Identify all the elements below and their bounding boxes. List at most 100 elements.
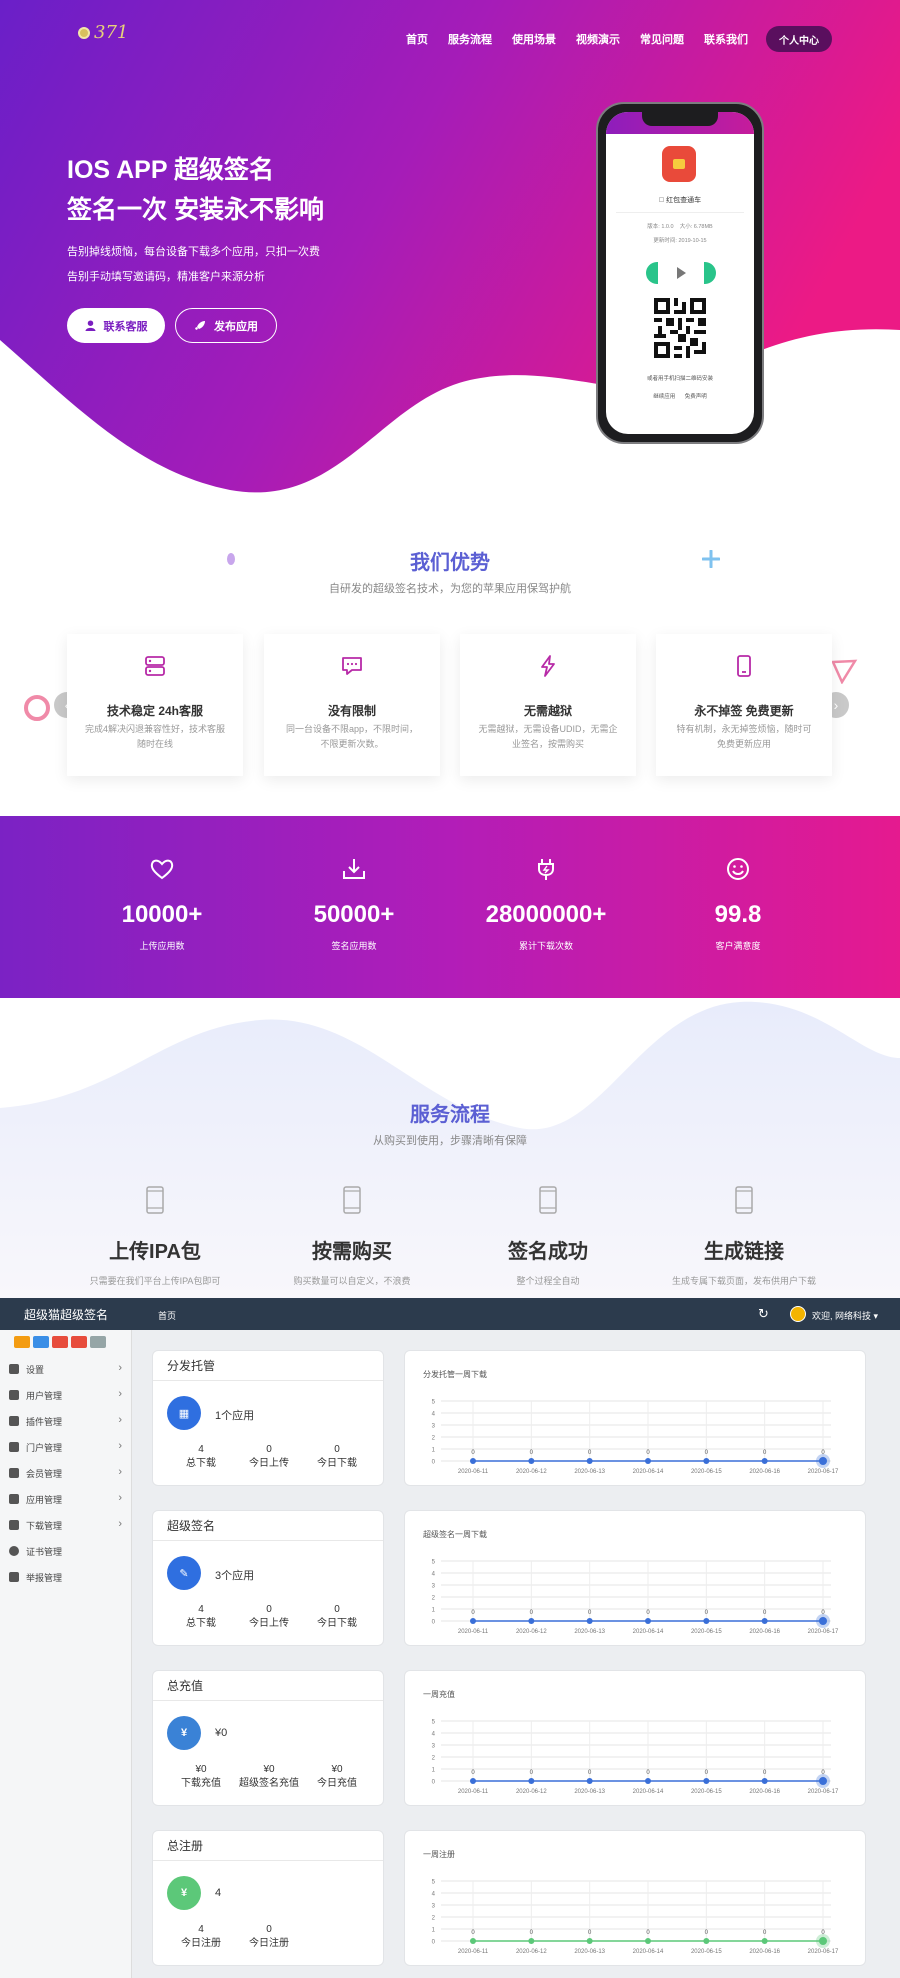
stat-col-value: 0: [334, 1604, 340, 1615]
y-tick-label: 0: [432, 1620, 436, 1626]
x-tick-label: 2020-06-11: [458, 1469, 489, 1475]
flow-step-title: 按需购买: [312, 1241, 392, 1263]
y-tick-label: 5: [432, 1400, 436, 1406]
flow-step-desc: 购买数量可以自定义，不浪费: [293, 1276, 411, 1286]
data-label: 0: [705, 1610, 709, 1616]
sidebar-item-reports[interactable]: 举报管理: [0, 1564, 132, 1590]
stat-item: 50000+ 签名应用数: [264, 856, 444, 952]
data-label: 0: [588, 1610, 592, 1616]
chevron-right-icon: ›: [118, 1466, 122, 1478]
app-name:  红包查通车: [659, 197, 701, 204]
avatar[interactable]: [790, 1306, 806, 1322]
sidebar-item-members[interactable]: 会员管理 ›: [0, 1460, 132, 1486]
qr-code: [654, 298, 706, 358]
data-point: [819, 1777, 827, 1785]
calendar-icon: ▦: [167, 1396, 201, 1430]
x-tick-label: 2020-06-16: [749, 1949, 780, 1955]
refresh-icon[interactable]: ↻: [758, 1306, 769, 1322]
data-point: [528, 1938, 535, 1944]
sidebar-item-portal[interactable]: 门户管理 ›: [0, 1434, 132, 1460]
nav-link-service-flow[interactable]: 服务流程: [448, 31, 492, 47]
data-point: [703, 1458, 710, 1464]
hero-desc-line1: 告别掉线烦恼，每台设备下载多个应用，只扣一次费: [67, 246, 320, 258]
admin-home-tab[interactable]: 首页: [158, 1309, 176, 1322]
stat-col-value: ¥0: [195, 1764, 207, 1775]
data-label: 0: [471, 1930, 475, 1936]
quick-refresh-icon[interactable]: [71, 1336, 87, 1348]
flow-step: 生成链接 生成专属下载页面，发布供用户下载: [644, 1186, 844, 1287]
flow-step-desc: 只需要在我们平台上传IPA包即可: [89, 1276, 221, 1286]
data-label: 0: [588, 1930, 592, 1936]
stat-card-title: 总充值: [153, 1671, 383, 1701]
contact-service-button[interactable]: 联系客服: [67, 308, 165, 343]
stat-col-value: 4: [198, 1604, 204, 1615]
flow-step: 签名成功 整个过程全自动: [448, 1186, 648, 1287]
y-tick-label: 5: [432, 1880, 436, 1886]
advantage-desc: 无需越狱，无需设备UDID，无需企业签名，按需购买: [478, 724, 618, 749]
sidebar-item-downloads[interactable]: 下载管理 ›: [0, 1512, 132, 1538]
flow-step: 上传IPA包 只需要在我们平台上传IPA包即可: [55, 1186, 255, 1287]
y-tick-label: 4: [432, 1892, 436, 1898]
admin-user-menu[interactable]: 欢迎, 网络科技 ▾: [812, 1309, 878, 1322]
x-tick-label: 2020-06-12: [516, 1949, 547, 1955]
advantage-title: 无需越狱: [523, 704, 572, 718]
data-label: 0: [530, 1450, 534, 1456]
nav-link-contact[interactable]: 联系我们: [704, 31, 748, 47]
stat-label: 客户满意度: [715, 941, 761, 951]
site-logo[interactable]: 371: [78, 22, 128, 43]
quick-home-icon[interactable]: [14, 1336, 30, 1348]
y-tick-label: 5: [432, 1720, 436, 1726]
data-label: 0: [530, 1930, 534, 1936]
y-tick-label: 1: [432, 1928, 436, 1934]
quick-trash-icon[interactable]: [52, 1336, 68, 1348]
chart-card-distribution: 分发托管一周下载 0 1 2 3 4 5 2020-06-11 2020-06-12 2020-…: [404, 1350, 866, 1486]
stat-col-value: 4: [198, 1444, 204, 1455]
nav-link-faq[interactable]: 常见问题: [640, 31, 684, 47]
sidebar-item-apps[interactable]: 应用管理 ›: [0, 1486, 132, 1512]
data-label: 0: [530, 1770, 534, 1776]
sidebar-item-settings[interactable]: 设置 ›: [0, 1356, 132, 1382]
y-tick-label: 2: [432, 1916, 436, 1922]
stat-col-label: 今日下载: [317, 1618, 357, 1629]
y-tick-label: 4: [432, 1572, 436, 1578]
user-center-button[interactable]: 个人中心: [766, 26, 832, 52]
y-tick-label: 1: [432, 1608, 436, 1614]
admin-brand[interactable]: 超级猫超级签名: [24, 1306, 108, 1323]
stats-banner: 10000+ 上传应用数 50000+ 签名应用数 28000000+ 累计下载…: [0, 816, 900, 998]
stat-label: 上传应用数: [139, 941, 185, 951]
dot-icon: [9, 1546, 19, 1556]
data-label: 0: [763, 1610, 767, 1616]
play-button[interactable]: [646, 262, 716, 284]
sidebar-item-plugins[interactable]: 插件管理 ›: [0, 1408, 132, 1434]
app-icon: [662, 146, 696, 182]
flow-step-desc: 整个过程全自动: [516, 1276, 580, 1286]
x-tick-label: 2020-06-17: [808, 1469, 839, 1475]
quick-file-icon[interactable]: [33, 1336, 49, 1348]
stat-col-label: 超级签名充值: [239, 1778, 299, 1789]
download-icon: [9, 1520, 19, 1530]
envelope-icon: [9, 1572, 19, 1582]
sidebar-item-certificates[interactable]: 证书管理: [0, 1538, 132, 1564]
y-tick-label: 1: [432, 1768, 436, 1774]
data-point: [761, 1778, 768, 1784]
data-point: [645, 1938, 651, 1944]
nav-link-home[interactable]: 首页: [406, 31, 428, 47]
advantage-card: 没有限制 同一台设备不限app，不限时间，不限更新次数。: [264, 634, 440, 776]
x-tick-label: 2020-06-15: [691, 1629, 722, 1635]
advantage-title: 技术稳定 24h客服: [106, 704, 203, 718]
data-point: [470, 1778, 476, 1784]
nav-link-video[interactable]: 视频演示: [576, 31, 620, 47]
yen-icon: ¥: [167, 1716, 201, 1750]
stat-col-value: ¥0: [331, 1764, 343, 1775]
sidebar-item-users[interactable]: 用户管理 ›: [0, 1382, 132, 1408]
android-icon: [9, 1494, 19, 1504]
quick-list-icon[interactable]: [90, 1336, 106, 1348]
play-icon: [676, 267, 686, 279]
publish-app-button[interactable]: 发布应用: [175, 308, 277, 343]
data-point: [528, 1778, 535, 1784]
nav-link-scenarios[interactable]: 使用场景: [512, 31, 556, 47]
phone-links[interactable]: 继续应用 免费声明: [606, 392, 754, 400]
data-label: 0: [646, 1450, 650, 1456]
x-tick-label: 2020-06-14: [633, 1469, 664, 1475]
x-tick-label: 2020-06-14: [633, 1789, 664, 1795]
